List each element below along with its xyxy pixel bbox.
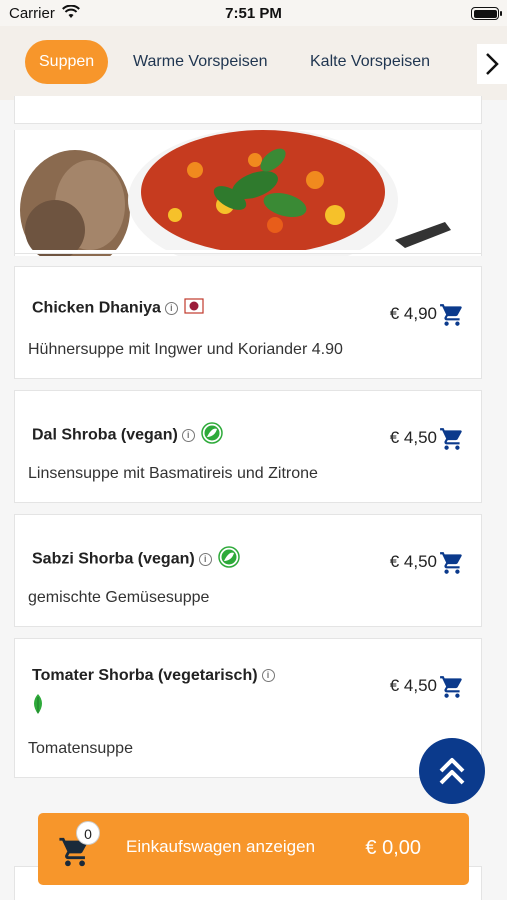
cart-count-badge: 0 bbox=[76, 821, 100, 845]
info-icon[interactable]: i bbox=[181, 429, 195, 442]
item-description: gemischte Gemüsesuppe bbox=[28, 589, 210, 606]
list-item[interactable]: Sabzi Shorba (vegan) i € 4,50 gemischte G… bbox=[14, 514, 482, 627]
item-description: Hühnersuppe mit Ingwer und Koriander 4.9… bbox=[28, 341, 343, 358]
category-tab-bar: Suppen Warme Vorspeisen Kalte Vorspeisen bbox=[0, 26, 507, 100]
tab-suppen[interactable]: Suppen bbox=[25, 40, 109, 84]
add-to-cart-icon[interactable] bbox=[439, 674, 465, 700]
status-bar: Carrier 7:51 PM bbox=[0, 0, 507, 26]
tab-kalte-vorspeisen[interactable]: Kalte Vorspeisen bbox=[310, 40, 430, 84]
item-price: € 4,50 bbox=[389, 428, 437, 447]
hero-bottom-border bbox=[14, 250, 482, 254]
list-item[interactable]: Chicken Dhaniya i € 4,90 Hühnersuppe mit … bbox=[14, 266, 482, 379]
battery-icon bbox=[471, 7, 502, 20]
tab-warme-vorspeisen[interactable]: Warme Vorspeisen bbox=[133, 40, 268, 84]
item-name-wrap: Sabzi Shorba (vegan) i bbox=[32, 546, 240, 573]
item-name-wrap: Chicken Dhaniya i bbox=[32, 298, 204, 319]
item-price: € 4,50 bbox=[389, 676, 437, 695]
cart-total: € 0,00 bbox=[365, 837, 421, 859]
vegetarian-leaf-icon bbox=[30, 693, 46, 720]
item-name: Tomater Shorba (vegetarisch) bbox=[32, 667, 258, 684]
add-to-cart-icon[interactable] bbox=[439, 550, 465, 576]
item-name: Sabzi Shorba (vegan) bbox=[32, 550, 195, 568]
item-name-wrap: Tomater Shorba (vegetarisch) i bbox=[32, 667, 275, 685]
item-description: Tomatensuppe bbox=[28, 740, 133, 757]
list-item[interactable]: Tomater Shorba (vegetarisch) i € 4,50 Tom… bbox=[14, 638, 482, 778]
info-icon[interactable]: i bbox=[164, 302, 178, 315]
double-chevron-up-icon bbox=[439, 758, 465, 785]
clock: 7:51 PM bbox=[225, 5, 282, 22]
vegan-icon bbox=[201, 422, 223, 449]
add-to-cart-icon[interactable] bbox=[439, 302, 465, 328]
list-item[interactable]: Dal Shroba (vegan) i € 4,50 Linsensuppe m… bbox=[14, 390, 482, 503]
scroll-to-top-button[interactable] bbox=[419, 738, 485, 804]
item-price: € 4,90 bbox=[389, 304, 437, 323]
add-to-cart-icon[interactable] bbox=[439, 426, 465, 452]
list-item-partial bbox=[14, 96, 482, 124]
info-icon[interactable]: i bbox=[261, 669, 275, 683]
item-description: Linsensuppe mit Basmatireis und Zitrone bbox=[28, 465, 318, 482]
item-name: Dal Shroba (vegan) bbox=[32, 426, 178, 444]
item-name-wrap: Dal Shroba (vegan) i bbox=[32, 422, 223, 449]
meat-icon bbox=[184, 298, 204, 319]
cart-label: Einkaufswagen anzeigen bbox=[126, 837, 316, 856]
info-icon[interactable]: i bbox=[198, 553, 212, 566]
vegan-icon bbox=[217, 546, 240, 573]
item-price: € 4,50 bbox=[389, 552, 437, 571]
chevron-right-icon[interactable] bbox=[477, 44, 507, 84]
category-hero-image bbox=[14, 130, 482, 256]
view-cart-button[interactable]: 0 Einkaufswagen anzeigen € 0,00 bbox=[38, 813, 469, 885]
item-name: Chicken Dhaniya bbox=[32, 299, 161, 317]
